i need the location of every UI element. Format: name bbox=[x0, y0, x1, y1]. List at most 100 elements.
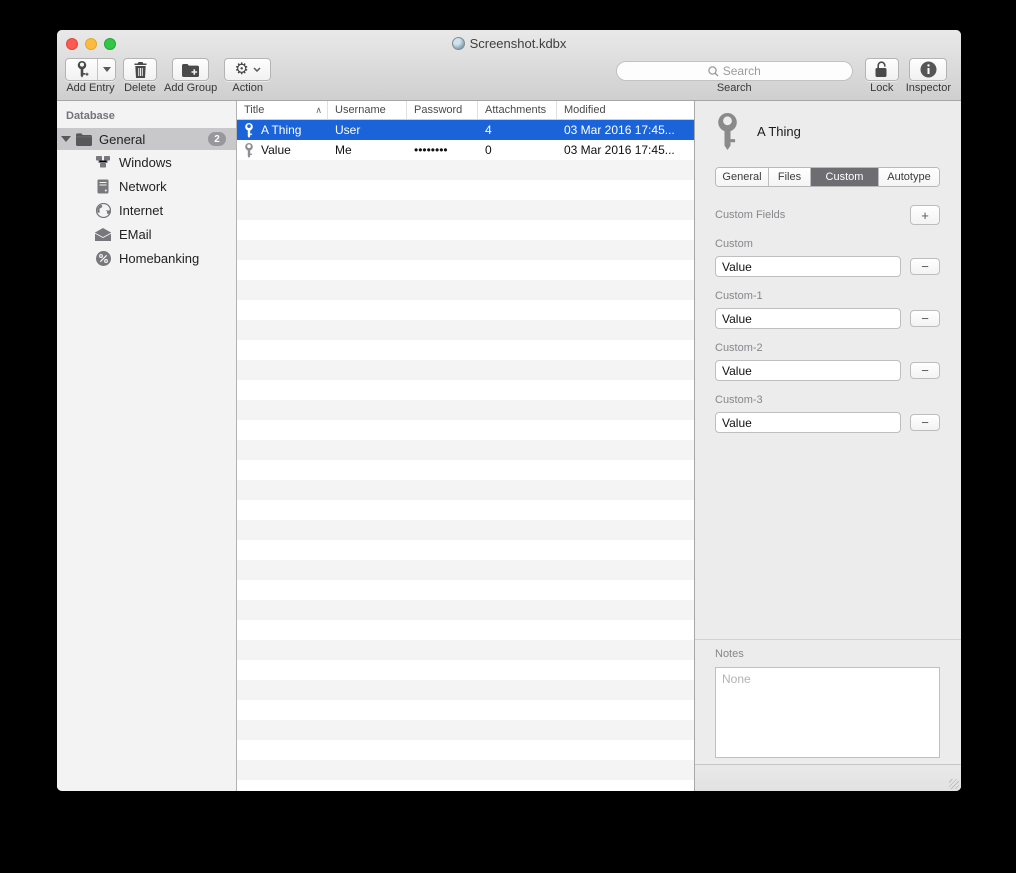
zoom-button[interactable] bbox=[104, 38, 116, 50]
lock-button[interactable] bbox=[865, 58, 899, 81]
search-group: Search Search bbox=[616, 58, 853, 94]
sidebar-item-network[interactable]: Network bbox=[57, 174, 236, 198]
field-label: Custom-3 bbox=[715, 394, 940, 406]
custom-field: Custom-3 − bbox=[715, 394, 940, 433]
search-input[interactable]: Search bbox=[616, 61, 853, 81]
remove-field-button[interactable]: − bbox=[910, 310, 940, 327]
inspector-main: A Thing General Files Custom Autotype bbox=[695, 101, 961, 639]
entry-header: A Thing bbox=[715, 113, 940, 149]
app-window: Screenshot.kdbx Add E bbox=[57, 30, 961, 791]
cell-modified: 03 Mar 2016 17:45... bbox=[557, 143, 694, 157]
add-entry-group: Add Entry bbox=[65, 58, 116, 94]
search-icon bbox=[708, 66, 719, 77]
inspector-label: Inspector bbox=[906, 83, 951, 94]
entry-title: A Thing bbox=[757, 124, 801, 139]
entry-count-badge: 2 bbox=[208, 132, 226, 146]
sidebar-item-label: Internet bbox=[119, 203, 163, 218]
inspector-bottom-bar bbox=[695, 764, 961, 791]
sidebar-item-label: Windows bbox=[119, 155, 172, 170]
window-chrome: Screenshot.kdbx Add E bbox=[57, 30, 961, 101]
table-row[interactable]: Value Me •••••••• 0 03 Mar 2016 17:45... bbox=[237, 140, 694, 160]
custom-fields-title: Custom Fields bbox=[715, 209, 785, 221]
delete-group: Delete bbox=[123, 58, 157, 94]
field-value-input[interactable] bbox=[715, 256, 901, 277]
add-entry-dropdown[interactable] bbox=[97, 59, 115, 80]
column-header-password[interactable]: Password bbox=[407, 101, 478, 119]
envelope-icon bbox=[95, 226, 111, 242]
resize-grip-icon[interactable] bbox=[949, 779, 959, 789]
traffic-lights bbox=[66, 30, 116, 57]
sidebar-group-general[interactable]: General 2 bbox=[57, 128, 236, 150]
column-header-username[interactable]: Username bbox=[328, 101, 407, 119]
tab-autotype[interactable]: Autotype bbox=[879, 168, 939, 186]
column-header-attachments[interactable]: Attachments bbox=[478, 101, 557, 119]
toolbar: Add Entry Delete Add G bbox=[57, 57, 961, 100]
inspector-group: Inspector bbox=[906, 58, 951, 94]
lock-group: Lock bbox=[865, 58, 899, 94]
action-button[interactable]: ⚙ bbox=[224, 58, 271, 81]
window-title-text: Screenshot.kdbx bbox=[470, 36, 567, 51]
cell-username: User bbox=[328, 123, 407, 137]
percent-icon bbox=[95, 250, 111, 266]
action-label: Action bbox=[232, 83, 263, 94]
sidebar-group-label: General bbox=[99, 132, 145, 147]
sidebar-item-internet[interactable]: Internet bbox=[57, 198, 236, 222]
tab-general[interactable]: General bbox=[716, 168, 769, 186]
chevron-down-icon bbox=[103, 67, 111, 72]
notes-section: Notes bbox=[695, 639, 961, 764]
remove-field-button[interactable]: − bbox=[910, 414, 940, 431]
sort-ascending-icon: ∧ bbox=[315, 105, 322, 116]
disclosure-triangle-icon[interactable] bbox=[61, 136, 71, 142]
content-area: Database General 2 bbox=[57, 101, 961, 791]
sidebar-section-header: Database bbox=[57, 108, 236, 128]
action-group: ⚙ Action bbox=[224, 58, 271, 94]
search-placeholder: Search bbox=[723, 64, 761, 78]
table-header: Title ∧ Username Password Attachments Mo… bbox=[237, 101, 694, 120]
field-value-input[interactable] bbox=[715, 412, 901, 433]
cell-title: Value bbox=[261, 143, 291, 157]
chevron-down-icon bbox=[253, 67, 261, 72]
cell-title: A Thing bbox=[261, 123, 301, 137]
field-value-input[interactable] bbox=[715, 360, 901, 381]
key-plus-icon bbox=[66, 59, 97, 80]
key-icon bbox=[244, 143, 254, 158]
tab-custom[interactable]: Custom bbox=[811, 168, 879, 186]
sidebar-item-label: Homebanking bbox=[119, 251, 199, 266]
delete-label: Delete bbox=[124, 83, 156, 94]
add-group-button[interactable] bbox=[172, 58, 209, 81]
unlocked-padlock-icon bbox=[874, 61, 889, 78]
custom-field: Custom-2 − bbox=[715, 342, 940, 381]
info-icon bbox=[920, 61, 937, 78]
field-value-input[interactable] bbox=[715, 308, 901, 329]
cell-modified: 03 Mar 2016 17:45... bbox=[557, 123, 694, 137]
sidebar-item-label: Network bbox=[119, 179, 167, 194]
minimize-button[interactable] bbox=[85, 38, 97, 50]
table-body: A Thing User 4 03 Mar 2016 17:45... Valu… bbox=[237, 120, 694, 791]
table-row[interactable]: A Thing User 4 03 Mar 2016 17:45... bbox=[237, 120, 694, 140]
remove-field-button[interactable]: − bbox=[910, 258, 940, 275]
gear-icon: ⚙ bbox=[235, 62, 249, 78]
column-header-modified[interactable]: Modified bbox=[557, 101, 694, 119]
add-field-button[interactable]: + bbox=[910, 205, 940, 225]
add-group-label: Add Group bbox=[164, 83, 217, 94]
column-header-title[interactable]: Title ∧ bbox=[237, 101, 328, 119]
tab-files[interactable]: Files bbox=[769, 168, 811, 186]
key-icon bbox=[244, 123, 254, 138]
close-button[interactable] bbox=[66, 38, 78, 50]
folder-plus-icon bbox=[182, 63, 199, 77]
globe-icon bbox=[95, 202, 111, 218]
sidebar-item-email[interactable]: EMail bbox=[57, 222, 236, 246]
delete-button[interactable] bbox=[123, 58, 157, 81]
inspector-tabs: General Files Custom Autotype bbox=[715, 167, 940, 187]
field-label: Custom-2 bbox=[715, 342, 940, 354]
sidebar-item-windows[interactable]: Windows bbox=[57, 150, 236, 174]
add-group-group: Add Group bbox=[164, 58, 217, 94]
server-icon bbox=[95, 178, 111, 194]
remove-field-button[interactable]: − bbox=[910, 362, 940, 379]
custom-fields-header: Custom Fields + bbox=[715, 205, 940, 225]
add-entry-button[interactable] bbox=[65, 58, 116, 81]
notes-textarea[interactable] bbox=[715, 667, 940, 758]
sidebar-item-homebanking[interactable]: Homebanking bbox=[57, 246, 236, 270]
sidebar: Database General 2 bbox=[57, 101, 237, 791]
inspector-button[interactable] bbox=[909, 58, 947, 81]
